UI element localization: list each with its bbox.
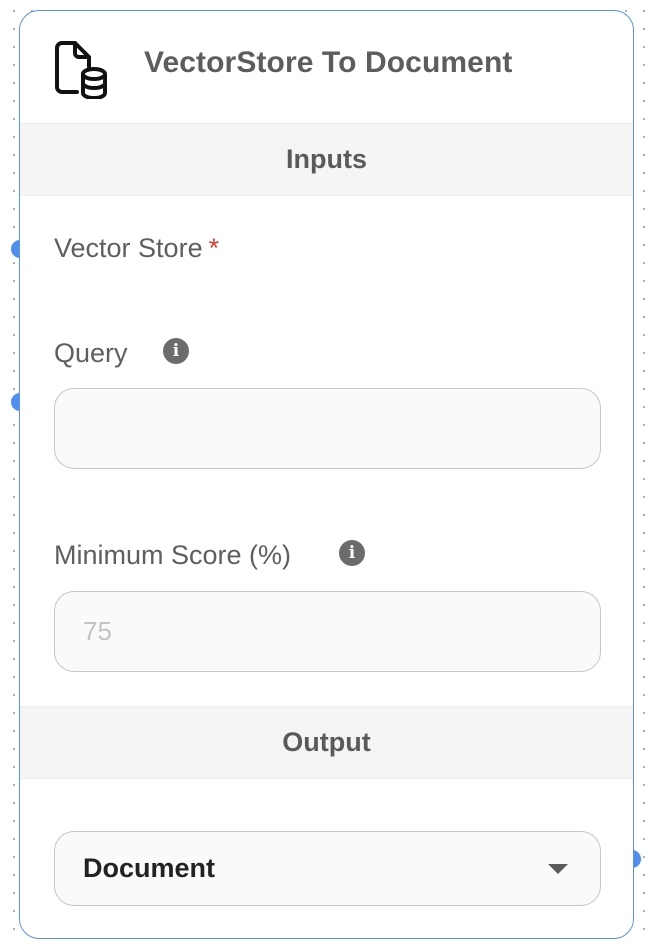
inputs-section-header: Inputs	[20, 123, 633, 196]
file-database-icon	[55, 41, 107, 99]
minimum-score-input[interactable]	[54, 591, 601, 672]
vector-store-label-text: Vector Store	[54, 233, 203, 263]
vectorstore-to-document-node[interactable]: VectorStore To Document Inputs Vector St…	[19, 10, 634, 939]
minimum-score-label: Minimum Score (%)	[54, 540, 292, 570]
inputs-section-label: Inputs	[286, 144, 367, 174]
output-section-label: Output	[282, 727, 371, 757]
vector-store-label: Vector Store *	[54, 233, 219, 264]
query-info-icon[interactable]: i	[163, 338, 189, 364]
node-title: VectorStore To Document	[144, 46, 513, 79]
required-asterisk: *	[208, 233, 220, 263]
output-type-value: Document	[83, 853, 216, 883]
chevron-down-icon[interactable]	[548, 864, 568, 874]
query-input[interactable]	[54, 388, 601, 469]
output-type-select[interactable]: Document	[54, 831, 601, 906]
output-section-header: Output	[20, 706, 633, 779]
minimum-score-info-icon[interactable]: i	[339, 540, 365, 566]
node-header: VectorStore To Document	[20, 11, 633, 124]
query-label: Query	[54, 338, 128, 368]
